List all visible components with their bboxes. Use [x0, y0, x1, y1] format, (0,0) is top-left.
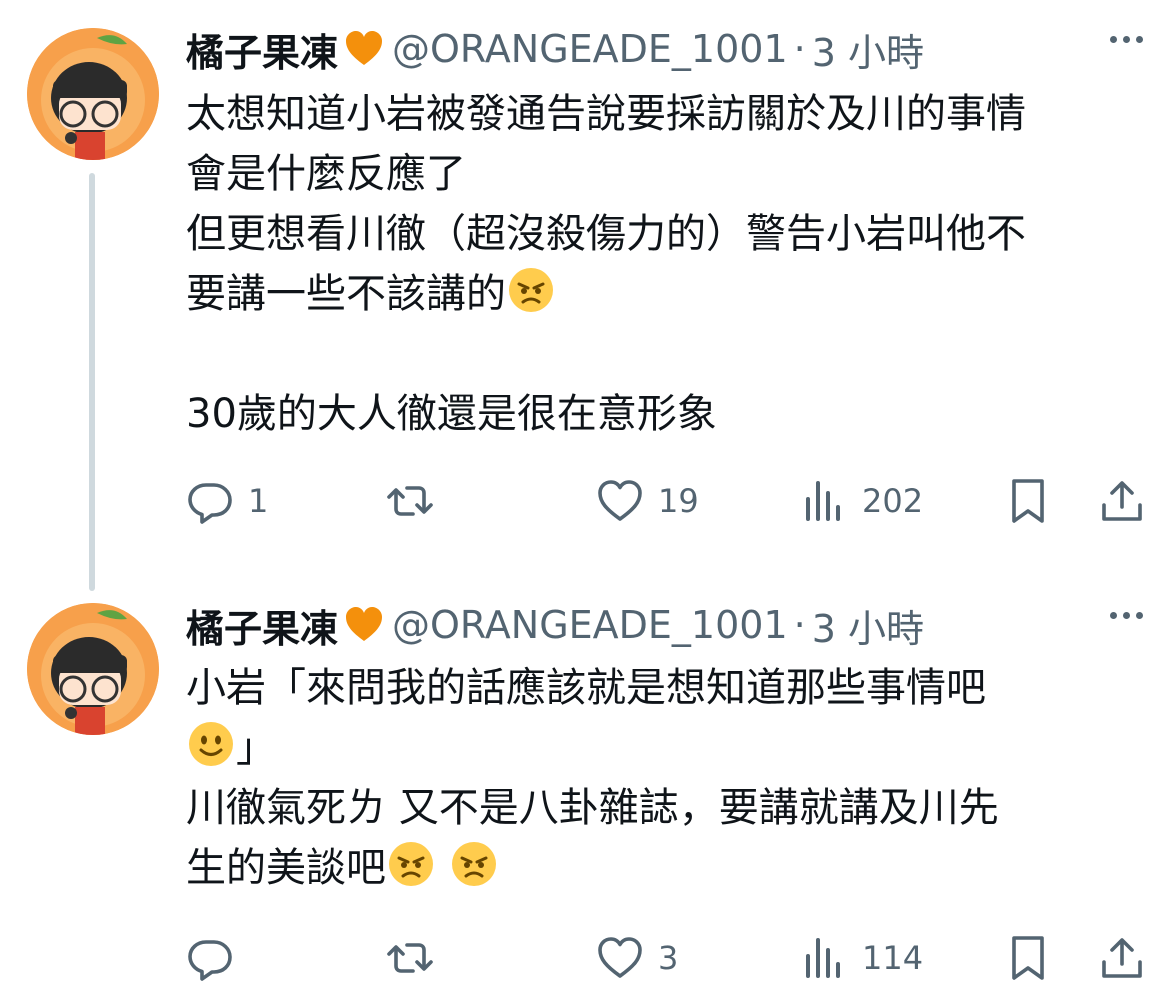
heart-outline-icon — [598, 937, 642, 978]
reply-bubble-icon — [188, 483, 232, 524]
like-count: 3 — [658, 939, 679, 977]
bookmark-button[interactable] — [1004, 476, 1052, 526]
tweet[interactable]: 橘子果凍 @ORANGEADE_1001 · 3 小時 小岩「來問我的話應該就是… — [0, 580, 1161, 989]
orange-heart-icon — [344, 29, 384, 69]
tweet[interactable]: 橘子果凍 @ORANGEADE_1001 · 3 小時 太想知道小岩被發通告說要… — [0, 0, 1161, 591]
reply-button[interactable] — [186, 933, 248, 983]
tweet-line: 要講一些不該講的 — [186, 264, 1146, 324]
share-upload-icon — [1102, 481, 1142, 521]
avatar-image — [27, 603, 159, 735]
tweet-line: 會是什麼反應了 — [186, 151, 466, 197]
tweet-line: 太想知道小岩被發通告說要採訪關於及川的事情 — [186, 91, 1026, 137]
more-dots-icon[interactable] — [1110, 612, 1143, 619]
author-name[interactable]: 橘子果凍 — [186, 22, 338, 77]
like-count: 19 — [658, 482, 699, 520]
heart-outline-icon — [598, 480, 642, 521]
share-button[interactable] — [1098, 933, 1146, 983]
share-button[interactable] — [1098, 476, 1146, 526]
tweet-line: 小岩「來問我的話應該就是想知道那些事情吧 — [186, 665, 986, 711]
bookmark-icon — [1012, 936, 1044, 980]
author-handle[interactable]: @ORANGEADE_1001 — [392, 27, 788, 71]
tweet-line: 30歲的大人徹還是很在意形象 — [186, 391, 717, 437]
angry-face-emoji — [508, 267, 554, 313]
tweet-header: 橘子果凍 @ORANGEADE_1001 · 3 小時 — [186, 22, 924, 77]
bookmark-button[interactable] — [1004, 933, 1052, 983]
timestamp[interactable]: 3 小時 — [812, 22, 924, 77]
views-button[interactable]: 114 — [800, 933, 923, 983]
tweet-line-text: 」 — [236, 725, 276, 771]
avatar[interactable] — [27, 603, 159, 735]
views-bar-chart-icon — [806, 481, 840, 521]
tweet-line: 」 — [186, 718, 1146, 778]
timestamp[interactable]: 3 小時 — [812, 598, 924, 653]
tweet-header: 橘子果凍 @ORANGEADE_1001 · 3 小時 — [186, 598, 924, 653]
views-button[interactable]: 202 — [800, 476, 923, 526]
tweet-line: 川徹氣死ㄌ 又不是八卦雜誌，要講就講及川先 — [186, 785, 999, 831]
tweet-line-text: 要講一些不該講的 — [186, 271, 506, 317]
retweet-icon — [387, 486, 433, 516]
like-button[interactable]: 19 — [596, 476, 699, 526]
slightly-smiling-face-emoji — [188, 721, 234, 767]
retweet-button[interactable] — [386, 933, 448, 983]
tweet-text: 小岩「來問我的話應該就是想知道那些事情吧 」 川徹氣死ㄌ 又不是八卦雜誌，要講就… — [186, 658, 1146, 898]
retweet-button[interactable] — [386, 476, 448, 526]
reply-bubble-icon — [188, 940, 232, 981]
angry-face-emoji — [388, 841, 434, 887]
bookmark-icon — [1012, 479, 1044, 523]
tweet-actions: 3 114 — [186, 933, 1146, 983]
avatar[interactable] — [27, 28, 159, 160]
tweet-text: 太想知道小岩被發通告說要採訪關於及川的事情 會是什麼反應了 但更想看川徹（超沒殺… — [186, 84, 1146, 444]
views-bar-chart-icon — [806, 938, 840, 978]
avatar-image — [27, 28, 159, 160]
header-separator: · — [793, 603, 806, 647]
header-separator: · — [793, 27, 806, 71]
thread-connector-line — [89, 173, 95, 591]
orange-heart-icon — [344, 605, 384, 645]
share-upload-icon — [1102, 938, 1142, 978]
reply-button[interactable]: 1 — [186, 476, 268, 526]
tweet-line-text: 生的美談吧 — [186, 845, 386, 891]
author-handle[interactable]: @ORANGEADE_1001 — [392, 603, 788, 647]
reply-count: 1 — [248, 482, 269, 520]
retweet-icon — [387, 943, 433, 973]
more-dots-icon[interactable] — [1110, 36, 1143, 43]
tweet-actions: 1 19 202 — [186, 476, 1146, 526]
like-button[interactable]: 3 — [596, 933, 678, 983]
view-count: 202 — [862, 482, 924, 520]
tweet-line: 但更想看川徹（超沒殺傷力的）警告小岩叫他不 — [186, 211, 1026, 257]
tweet-line: 生的美談吧 — [186, 838, 1146, 898]
angry-face-emoji — [451, 841, 497, 887]
author-name[interactable]: 橘子果凍 — [186, 598, 338, 653]
view-count: 114 — [862, 939, 924, 977]
